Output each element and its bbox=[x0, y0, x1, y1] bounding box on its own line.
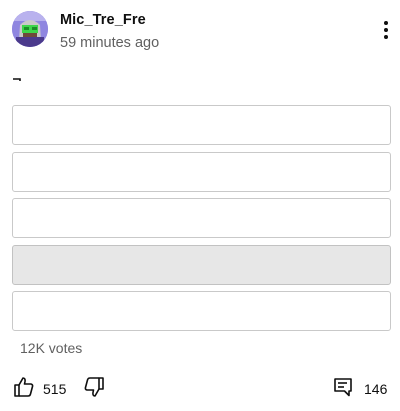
comment-icon bbox=[334, 378, 352, 397]
poll-option-2[interactable] bbox=[12, 151, 391, 192]
poll-option-4[interactable] bbox=[12, 244, 391, 285]
vote-count: 12K votes bbox=[20, 340, 83, 356]
dislike-button[interactable] bbox=[82, 375, 106, 399]
post-timestamp: 59 minutes ago bbox=[60, 35, 160, 51]
action-bar: 515 146 bbox=[0, 370, 400, 406]
comment-count: 146 bbox=[364, 381, 388, 397]
comment-button[interactable] bbox=[332, 376, 354, 398]
poll-option-3[interactable] bbox=[12, 198, 391, 238]
thumbs-down-icon bbox=[84, 377, 104, 397]
avatar-icon bbox=[12, 11, 48, 47]
like-button[interactable] bbox=[12, 375, 36, 399]
like-count: 515 bbox=[43, 381, 67, 397]
author-name[interactable]: Mic_Tre_Fre bbox=[60, 12, 146, 28]
more-vertical-icon bbox=[384, 21, 388, 39]
avatar[interactable] bbox=[12, 11, 48, 47]
poll bbox=[12, 105, 391, 338]
post-header: Mic_Tre_Fre 59 minutes ago bbox=[0, 0, 400, 70]
thumbs-up-icon bbox=[14, 377, 34, 397]
post-text bbox=[12, 68, 32, 88]
post-text-glyph bbox=[13, 78, 21, 81]
more-options-button[interactable] bbox=[376, 18, 396, 42]
poll-option-5[interactable] bbox=[12, 291, 391, 331]
poll-option-1[interactable] bbox=[12, 105, 391, 145]
